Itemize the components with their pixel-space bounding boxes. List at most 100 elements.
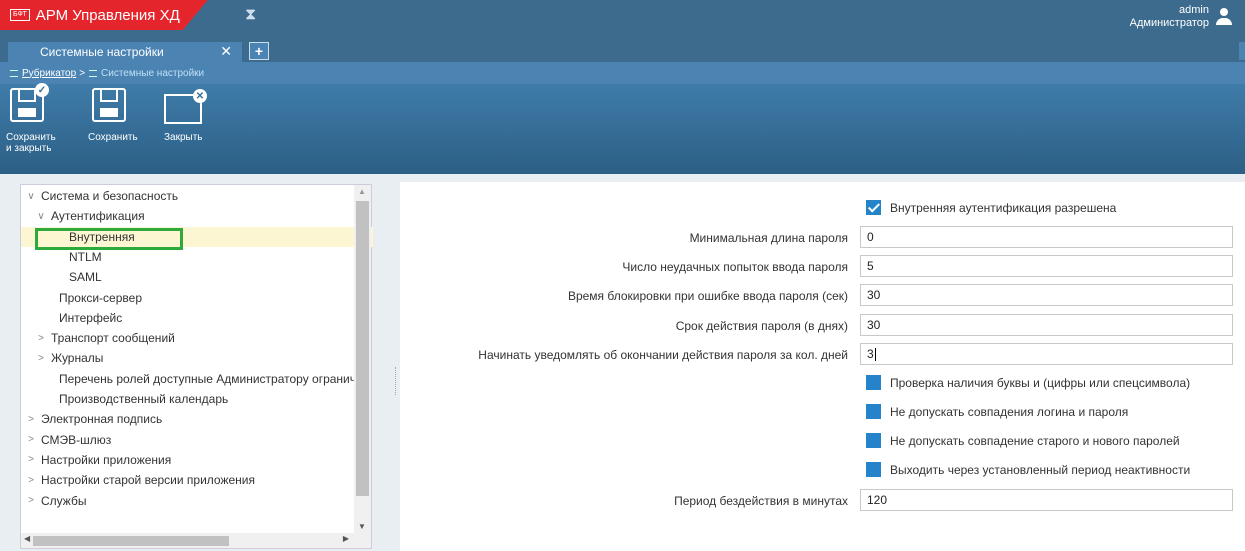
internal-auth-checkbox[interactable]: Внутренняя аутентификация разрешена — [866, 200, 1116, 215]
app-title: АРМ Управления ХД — [35, 6, 180, 24]
tree-item[interactable]: Производственный календарь — [21, 389, 373, 409]
field-input[interactable]: 3 — [860, 343, 1233, 365]
chevron-right-icon[interactable]: > — [25, 434, 37, 445]
chevron-down-icon[interactable]: ∨ — [25, 191, 37, 202]
tree-item[interactable]: Прокси-сервер — [21, 288, 373, 308]
tree-item[interactable]: > Журналы — [21, 348, 373, 368]
checkbox-icon[interactable] — [866, 433, 881, 448]
tree-item[interactable]: ∨ Система и безопасность — [21, 186, 373, 206]
checkbox-icon[interactable] — [866, 462, 881, 477]
add-tab-button[interactable]: + — [249, 42, 269, 60]
option-checkbox[interactable]: Не допускать совпадение старого и нового… — [866, 433, 1180, 448]
checkbox-icon[interactable] — [866, 375, 881, 390]
scroll-thumb[interactable] — [33, 536, 229, 546]
field-input[interactable]: 0 — [860, 226, 1233, 248]
scroll-thumb[interactable] — [356, 201, 369, 496]
tree-item-label: Производственный календарь — [59, 392, 229, 406]
tree-item-label: Службы — [41, 493, 87, 508]
field-input[interactable]: 30 — [860, 314, 1233, 336]
breadcrumb: Рубрикатор > Системные настройки — [0, 62, 1245, 84]
chevron-right-icon[interactable]: > — [25, 454, 37, 465]
checkbox-checked-icon[interactable] — [866, 200, 881, 215]
user-menu[interactable]: admin Администратор — [1130, 4, 1233, 30]
user-name: admin — [1179, 4, 1209, 16]
field-input[interactable]: 5 — [860, 255, 1233, 277]
breadcrumb-root-link[interactable]: Рубрикатор — [22, 68, 76, 79]
tree-item[interactable]: > Настройки старой версии приложения — [21, 470, 373, 490]
tree-item[interactable]: SAML — [21, 267, 373, 287]
scroll-up-icon[interactable]: ▲ — [358, 187, 366, 196]
panel-splitter[interactable] — [395, 367, 399, 395]
scroll-down-icon[interactable]: ▼ — [358, 522, 366, 531]
tree-item-label: SAML — [69, 270, 102, 285]
checkbox-label: Не допускать совпадение старого и нового… — [890, 433, 1180, 448]
tree-item-label: Система и безопасность — [41, 189, 179, 203]
tree-item[interactable]: Перечень ролей доступные Администратору … — [21, 369, 373, 389]
chevron-down-icon[interactable]: ∨ — [35, 211, 47, 222]
chevron-right-icon[interactable]: > — [35, 333, 47, 344]
chevron-right-icon[interactable]: > — [35, 353, 47, 364]
list-icon — [89, 69, 98, 77]
idle-period-input[interactable]: 120 — [860, 489, 1233, 511]
selection-highlight — [35, 228, 183, 250]
tree-item[interactable]: > Службы — [21, 491, 373, 511]
field-label: Минимальная длина пароля — [689, 231, 848, 245]
bft-logo: БФТ — [10, 9, 30, 21]
field-value: 3 — [867, 347, 874, 361]
hourglass-icon[interactable]: ⧗ — [245, 6, 256, 24]
tree-item-label: Настройки приложения — [41, 452, 172, 467]
breadcrumb-current: Системные настройки — [101, 67, 205, 79]
tree-item-label: Перечень ролей доступные Администратору … — [59, 371, 367, 386]
checkbox-label: Выходить через установленный период неак… — [890, 462, 1191, 477]
field-value: 5 — [867, 259, 874, 273]
user-role: Администратор — [1129, 17, 1209, 29]
tree-item[interactable]: > Транспорт сообщений — [21, 328, 373, 348]
save-and-close-button[interactable]: ✓ Сохранить и закрыть — [6, 83, 56, 154]
save-label: Сохранить — [88, 132, 138, 143]
save-icon — [92, 88, 126, 122]
title-bar: БФТ АРМ Управления ХД ⧗ admin Администра… — [0, 0, 1245, 36]
idle-period-label: Период бездействия в минутах — [674, 494, 848, 508]
field-label: Начинать уведомлять об окончании действи… — [478, 348, 848, 362]
toolbar: ✓ Сохранить и закрыть Сохранить ✕ Закрыт… — [0, 83, 1245, 174]
option-checkbox[interactable]: Выходить через установленный период неак… — [866, 462, 1190, 477]
option-checkbox[interactable]: Проверка наличия буквы и (цифры или спец… — [866, 375, 1190, 390]
list-icon — [10, 69, 18, 77]
tree-item[interactable]: ∨ Аутентификация — [21, 206, 373, 226]
field-value: 0 — [867, 230, 874, 244]
tree-item[interactable]: > Настройки приложения — [21, 450, 373, 470]
chevron-right-icon[interactable]: > — [25, 414, 37, 425]
tree-item-label: NTLM — [69, 249, 102, 264]
tree-horizontal-scrollbar[interactable]: ◀ ▶ — [21, 533, 371, 548]
tab-overflow[interactable] — [1239, 42, 1245, 60]
option-checkbox[interactable]: Не допускать совпадения логина и пароля — [866, 404, 1128, 419]
scroll-left-icon[interactable]: ◀ — [24, 534, 30, 543]
tree-item-label: Интерфейс — [59, 310, 123, 325]
tab-system-settings[interactable]: Системные настройки ✕ — [8, 42, 242, 62]
tree-item-label: Электронная подпись — [41, 412, 163, 427]
tree-item-label: Аутентификация — [51, 209, 145, 224]
field-label: Время блокировки при ошибке ввода пароля… — [567, 289, 848, 303]
chevron-right-icon[interactable]: > — [25, 495, 37, 506]
save-close-label-2: и закрыть — [6, 143, 52, 154]
tree-item[interactable]: > Электронная подпись — [21, 409, 373, 429]
tree-item[interactable]: Интерфейс — [21, 308, 373, 328]
close-label: Закрыть — [164, 132, 203, 143]
close-window-icon: ✕ — [164, 89, 207, 124]
tree-vertical-scrollbar[interactable]: ▲ ▼ — [354, 185, 371, 533]
tree-item-label: Прокси-сервер — [59, 290, 142, 305]
close-tab-icon[interactable]: ✕ — [220, 43, 232, 60]
field-value: 30 — [867, 318, 881, 332]
app-brand: БФТ АРМ Управления ХД — [0, 0, 208, 30]
field-input[interactable]: 30 — [860, 284, 1233, 306]
chevron-right-icon[interactable]: > — [25, 475, 37, 486]
user-avatar-icon[interactable] — [1215, 8, 1233, 26]
tree-item-label: Транспорт сообщений — [51, 331, 175, 346]
close-button[interactable]: ✕ Закрыть — [164, 88, 207, 143]
tree-item[interactable]: > СМЭВ-шлюз — [21, 430, 373, 450]
checkbox-icon[interactable] — [866, 404, 881, 419]
field-value: 30 — [867, 288, 881, 302]
save-button[interactable]: Сохранить — [88, 88, 138, 143]
tree-item-label: СМЭВ-шлюз — [41, 432, 112, 447]
scroll-right-icon[interactable]: ▶ — [343, 534, 349, 543]
